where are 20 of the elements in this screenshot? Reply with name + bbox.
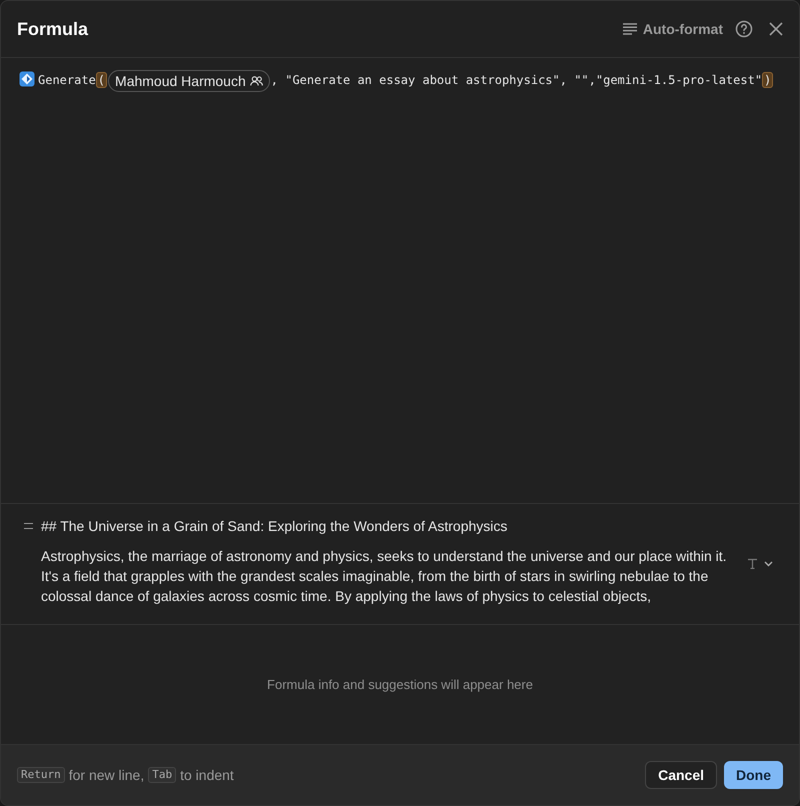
align-left-icon [622,23,637,35]
function-icon [19,71,35,87]
equals-icon [24,523,33,529]
hint-text: for new line, [68,766,144,784]
key-label: Tab [148,767,176,783]
chevron-down-icon[interactable] [764,561,773,567]
dialog-title: Formula [17,18,88,40]
done-button[interactable]: Done [724,761,783,789]
field-chip[interactable]: Mahmoud Harmouch [108,70,270,92]
close-icon[interactable] [769,22,783,36]
cancel-button[interactable]: Cancel [645,761,717,789]
text-type-icon[interactable] [747,558,758,569]
people-icon [250,76,263,86]
formula-editor[interactable]: Generate ( Mahmoud Harmouch , "Generate an essay about astrophysics", "","gemini-1.5-pro-latest" ) [19,67,781,93]
key-label: Return [17,767,65,783]
result-heading: ## The Universe in a Grain of Sand: Exploring the Wonders of Astrophysics [41,517,508,536]
result-text: Astrophysics, the marriage of astronomy and physics, seeks to understand the universe and our place within it. It's a field that grapples with the grandest scales imaginable, from the birth of stars in swirling nebulae to the colossal dance of galaxies across cosmic time. By applying the laws of physics to celestial objects, [41,547,728,606]
hint-text: to indent [180,766,234,784]
auto-format-button[interactable]: Auto-format [622,18,723,40]
help-icon[interactable] [735,20,753,38]
